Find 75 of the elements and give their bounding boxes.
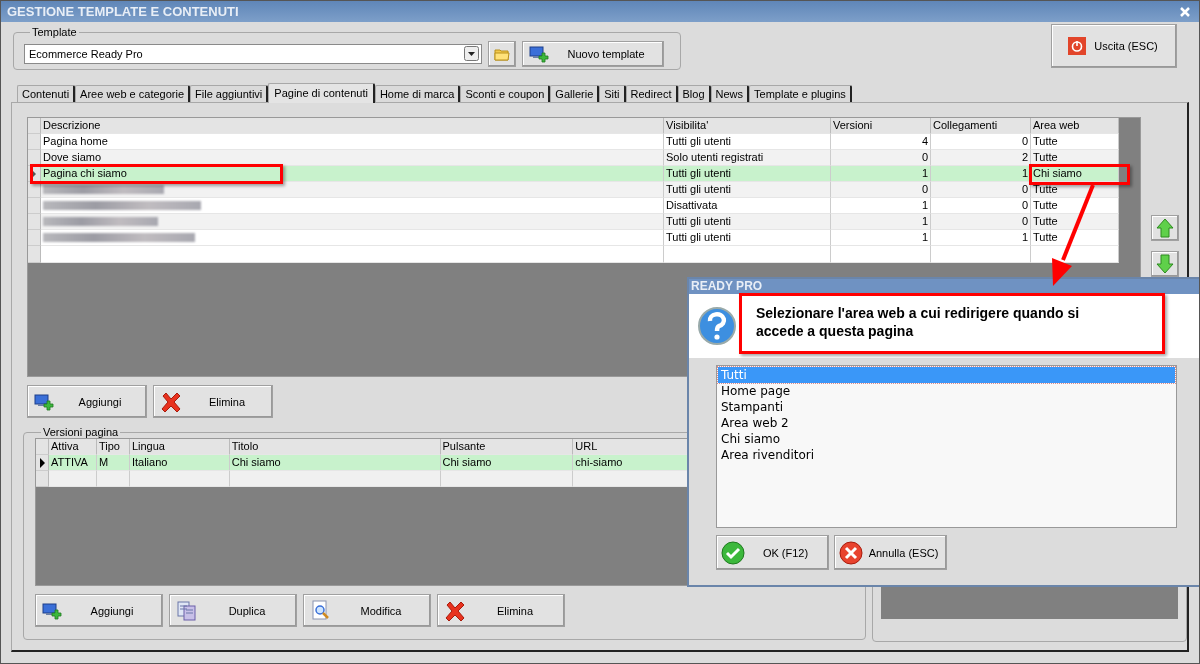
monitor-plus-icon xyxy=(34,392,54,411)
tab[interactable]: News xyxy=(710,85,750,102)
monitor-plus-icon xyxy=(529,44,549,63)
check-icon xyxy=(721,540,745,565)
window-title: GESTIONE TEMPLATE E CONTENUTI xyxy=(7,4,239,19)
tab[interactable]: Blog xyxy=(677,85,711,102)
add-button[interactable]: Aggiungi xyxy=(35,594,163,627)
move-down-button[interactable] xyxy=(1151,251,1179,277)
documents-icon xyxy=(176,599,198,622)
cancel-button[interactable]: Annulla (ESC) xyxy=(834,535,947,570)
duplicate-button[interactable]: Duplica xyxy=(169,594,297,627)
column-header: Descrizione xyxy=(41,118,664,134)
cross-icon xyxy=(444,599,466,622)
list-item[interactable]: Area web 2 xyxy=(718,415,1175,431)
new-template-button[interactable]: Nuovo template xyxy=(522,40,664,67)
tab[interactable]: Sconti e coupon xyxy=(460,85,551,102)
column-header: Versioni xyxy=(831,118,931,134)
table-row[interactable]: Tutti gli utenti 0 0 Tutte xyxy=(28,182,1119,198)
table-cell: Chi siamo xyxy=(1031,166,1119,182)
table-cell: Tutti gli utenti xyxy=(664,182,831,198)
move-up-button[interactable] xyxy=(1151,215,1179,241)
column-header: Collegamenti xyxy=(931,118,1031,134)
table-cell: 1 xyxy=(831,214,931,230)
edit-button[interactable]: Modifica xyxy=(303,594,431,627)
ok-button[interactable]: OK (F12) xyxy=(716,535,829,570)
table-cell: 1 xyxy=(831,230,931,246)
arrow-down-icon xyxy=(1156,254,1174,274)
table-cell: 0 xyxy=(931,182,1031,198)
list-item[interactable]: Stampanti xyxy=(718,399,1175,415)
table-row[interactable]: Tutti gli utenti 1 0 Tutte xyxy=(28,214,1119,230)
folder-button[interactable] xyxy=(488,40,516,67)
delete-button[interactable]: Elimina xyxy=(437,594,565,627)
power-icon xyxy=(1068,37,1086,55)
table-cell: Tutte xyxy=(1031,214,1119,230)
column-header: Area web xyxy=(1031,118,1119,134)
group-label: Versioni pagina xyxy=(42,426,120,438)
exit-button[interactable]: Uscita (ESC) xyxy=(1051,24,1177,68)
table-cell: Tutti gli utenti xyxy=(664,214,831,230)
table-cell: 1 xyxy=(931,230,1031,246)
folder-icon xyxy=(494,46,510,61)
column-header: Visibilita' xyxy=(664,118,831,134)
tab[interactable]: Template e plugins xyxy=(749,85,852,102)
table-cell: 0 xyxy=(831,182,931,198)
tab[interactable]: Siti xyxy=(599,85,626,102)
delete-button[interactable]: Elimina xyxy=(153,385,273,418)
table-row[interactable]: Pagina chi siamo Tutti gli utenti 1 1 Chi siamo xyxy=(28,166,1119,182)
tab[interactable]: Home di marca xyxy=(374,85,461,102)
add-button[interactable]: Aggiungi xyxy=(27,385,147,418)
tab[interactable]: Pagine di contenuti xyxy=(268,83,375,103)
area-listbox[interactable]: Tutti Home page Stampanti Area web 2 Chi siamo Area rivenditori xyxy=(716,365,1177,528)
list-item[interactable]: Home page xyxy=(718,383,1175,399)
table-row[interactable]: Tutti gli utenti 1 1 Tutte xyxy=(28,230,1119,246)
group-label: Template xyxy=(31,26,78,38)
monitor-plus-icon xyxy=(42,601,62,620)
tab[interactable]: Redirect xyxy=(625,85,678,102)
row-selector[interactable] xyxy=(36,455,49,471)
question-icon xyxy=(697,304,737,348)
arrow-up-icon xyxy=(1156,218,1174,238)
close-icon[interactable] xyxy=(1179,5,1191,18)
table-cell: Tutte xyxy=(1031,150,1119,166)
table-cell: Tutti gli utenti xyxy=(664,230,831,246)
cross-circle-icon xyxy=(839,540,863,565)
dialog-title: READY PRO xyxy=(691,279,763,293)
template-dropdown[interactable]: Ecommerce Ready Pro xyxy=(24,43,482,64)
dialog-message: Selezionare l'area web a cui redirigere quando si accede a questa pagina xyxy=(756,305,1080,339)
table-row[interactable]: Dove siamo Solo utenti registrati 0 2 Tutte xyxy=(28,150,1119,166)
tab[interactable]: File aggiuntivi xyxy=(190,85,269,102)
table-cell: Tutte xyxy=(1031,230,1119,246)
tab[interactable]: Aree web e categorie xyxy=(75,85,191,102)
cross-icon xyxy=(160,390,182,413)
tab[interactable]: Gallerie xyxy=(550,85,600,102)
tab[interactable]: Contenuti xyxy=(17,85,76,102)
table-cell: 0 xyxy=(931,214,1031,230)
table-cell: Tutte xyxy=(1031,182,1119,198)
row-pointer-icon xyxy=(32,170,36,177)
